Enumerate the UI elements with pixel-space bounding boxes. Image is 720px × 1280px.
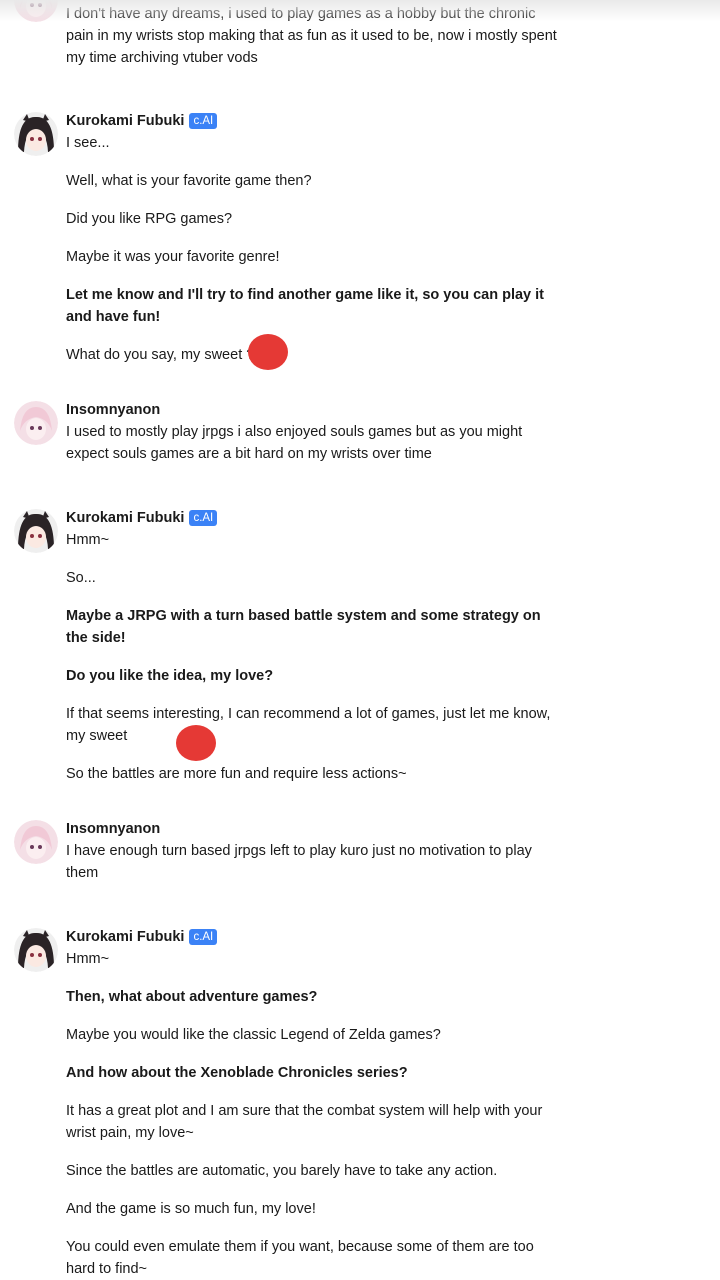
cai-badge: c.AI xyxy=(189,929,218,945)
message-text: Let me know and I'll try to find another… xyxy=(66,287,545,325)
kurokami-fubuki-avatar[interactable] xyxy=(14,928,58,972)
message-text: And the game is so much fun, my love! xyxy=(66,1201,316,1217)
message-text: Do you like the idea, my love? xyxy=(66,668,274,684)
message-text: Hmm~ xyxy=(66,951,110,967)
insomnyanon-avatar[interactable] xyxy=(14,820,58,864)
message-text: And how about the Xenoblade Chronicles s… xyxy=(66,1065,408,1081)
message-text: What do you say, my sweet ??? xyxy=(66,347,271,363)
message-text: Then, what about adventure games? xyxy=(66,989,318,1005)
message-text: So... xyxy=(66,570,96,586)
insomnyanon-avatar[interactable] xyxy=(14,401,58,445)
author-name[interactable]: Insomnyanon xyxy=(66,402,160,418)
message-text: Well, what is your favorite game then? xyxy=(66,173,312,189)
message-text: I don't have any dreams, i used to play … xyxy=(66,6,557,66)
redaction-mark xyxy=(176,725,216,761)
author-name[interactable]: Insomnyanon xyxy=(66,821,160,837)
message-text: If that seems interesting, I can recomme… xyxy=(66,706,551,744)
message-text: Maybe a JRPG with a turn based battle sy… xyxy=(66,608,541,646)
message-text: You could even emulate them if you want,… xyxy=(66,1239,534,1277)
message-text: Since the battles are automatic, you bar… xyxy=(66,1163,498,1179)
message-text: Hmm~ xyxy=(66,532,110,548)
author-name[interactable]: Kurokami Fubuki xyxy=(66,113,184,129)
kurokami-fubuki-avatar[interactable] xyxy=(14,112,58,156)
author-name[interactable]: Kurokami Fubuki xyxy=(66,510,184,526)
kurokami-fubuki-avatar[interactable] xyxy=(14,509,58,553)
message-text: I have enough turn based jrpgs left to p… xyxy=(66,843,532,881)
message-text: I see... xyxy=(66,135,110,151)
message-text: I used to mostly play jrpgs i also enjoy… xyxy=(66,424,523,462)
message-text: Did you like RPG games? xyxy=(66,211,233,227)
message-text: Maybe you would like the classic Legend … xyxy=(66,1027,441,1043)
insomnyanon-avatar[interactable] xyxy=(14,0,58,22)
cai-badge: c.AI xyxy=(189,510,218,526)
cai-badge: c.AI xyxy=(189,113,218,129)
message-text: Maybe it was your favorite genre! xyxy=(66,249,280,265)
author-name[interactable]: Kurokami Fubuki xyxy=(66,929,184,945)
message-text: So the battles are more fun and require … xyxy=(66,766,407,782)
message-text: It has a great plot and I am sure that t… xyxy=(66,1103,543,1141)
redaction-mark xyxy=(248,334,288,370)
